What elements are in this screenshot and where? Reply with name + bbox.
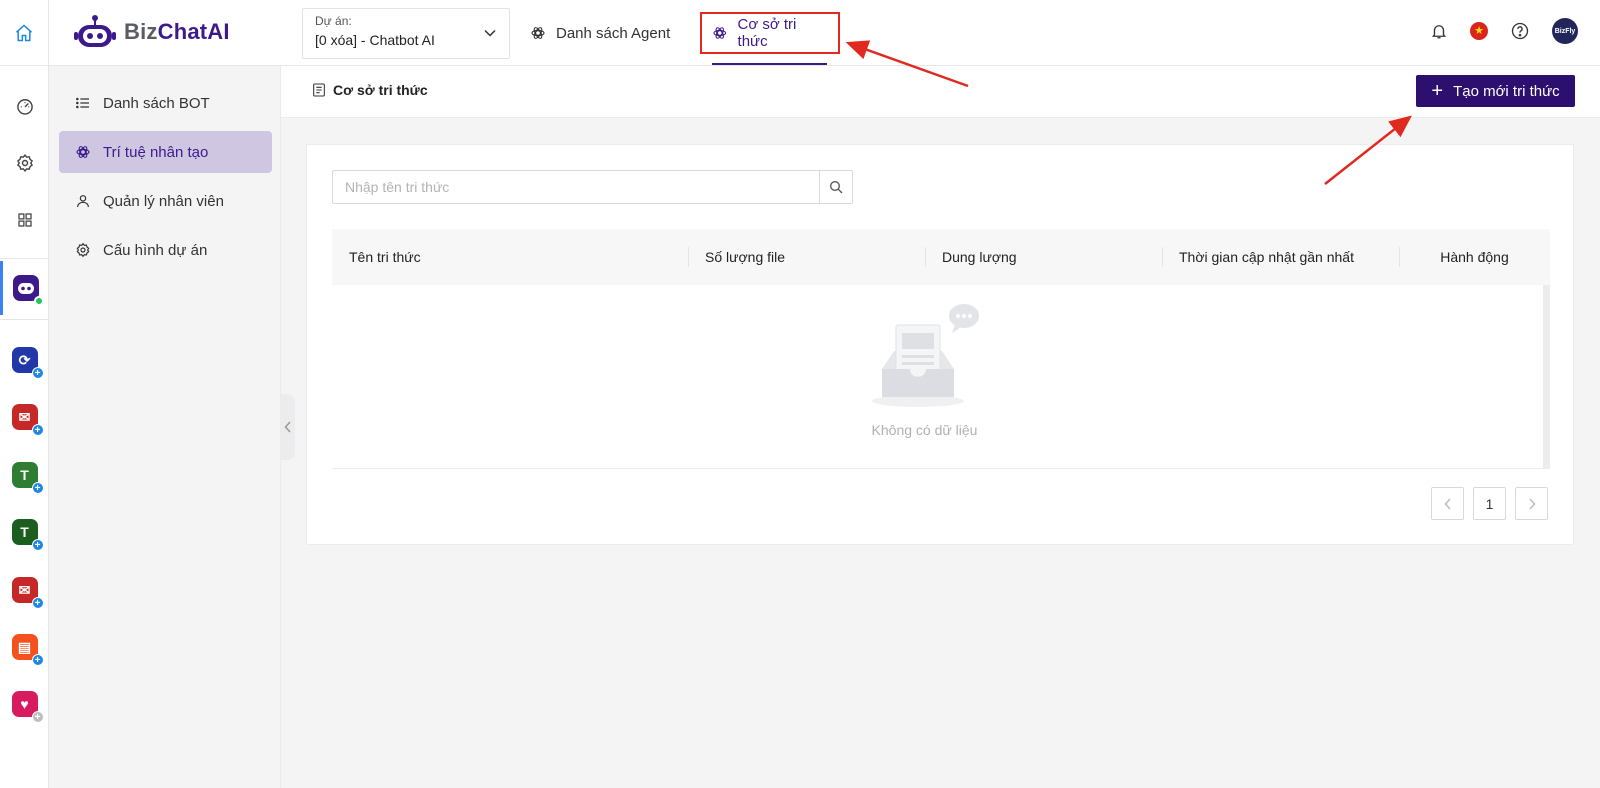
sidebar-item-label: Danh sách BOT [103,94,210,112]
tab-knowledge-base[interactable]: Cơ sở tri thức [700,12,840,54]
rail-divider [0,258,49,259]
document-icon [313,83,325,97]
mail-app-icon: ✉ + [11,404,44,436]
rail-heart-app[interactable]: ♥ + [0,684,49,724]
openai-icon [713,27,727,39]
tab-agent-list-label: Danh sách Agent [556,24,671,42]
apps-grid-icon [17,213,32,227]
rail-shopping-bag-app[interactable]: ▤ + [0,627,49,667]
rail-settings[interactable] [0,143,49,183]
home-button[interactable] [0,0,49,66]
active-tab-indicator [712,63,827,65]
rail-bizchatai-app[interactable] [0,261,49,315]
sidebar-item-project-config[interactable]: Cấu hình dự án [59,229,272,271]
next-page-button[interactable] [1515,487,1548,520]
online-status-dot [34,296,44,306]
list-icon [76,97,89,109]
project-sidebar: Danh sách BOT Trí tuệ nhân tạo Quản lý n… [50,66,281,788]
create-knowledge-label: Tạo mới tri thức [1453,82,1560,100]
table-body: Không có dữ liệu [332,285,1550,469]
robot-logo-icon [74,15,116,47]
dashboard-icon [16,99,33,115]
knowledge-base-card: Tên tri thức Số lượng file Dung lượng Th… [306,144,1574,545]
openai-icon [531,27,545,39]
project-select-label: Dự án: [315,14,352,28]
home-icon [16,24,32,42]
help-icon[interactable] [1510,21,1530,41]
rail-t-app[interactable]: T + [0,455,49,495]
empty-inbox-icon [871,304,979,407]
gear-icon [76,242,90,258]
sidebar-item-label: Quản lý nhân viên [103,192,224,210]
search-box [332,170,853,204]
chevron-right-icon [1528,497,1536,510]
content-header: Cơ sở tri thức + Tạo mới tri thức [281,66,1600,118]
project-select[interactable]: Dự án: [0 xóa] - Chatbot AI [302,8,510,59]
sidebar-item-label: Trí tuệ nhân tạo [103,143,209,161]
add-badge-icon: + [31,654,44,666]
top-right-actions: ★ BizFly [1430,18,1578,44]
brand-logo[interactable]: BizChatAI [74,14,230,50]
create-knowledge-button[interactable]: + Tạo mới tri thức [1416,75,1575,107]
page-title: Cơ sở tri thức [333,82,428,98]
project-select-value: [0 xóa] - Chatbot AI [315,32,435,48]
tab-agent-list[interactable]: Danh sách Agent [520,12,680,54]
search-input[interactable] [333,171,819,203]
rail-dashboard[interactable] [0,86,49,126]
rail-mail-app[interactable]: ✉ + [0,397,49,437]
table-scrollbar[interactable] [1543,285,1550,469]
mail-app-2-icon: ✉ + [11,577,44,609]
tab-knowledge-base-label: Cơ sở tri thức [737,16,797,50]
empty-state-text: Không có dữ liệu [871,422,978,438]
column-header-updated-at: Thời gian cập nhật gần nhất [1162,229,1399,285]
pagination: 1 [1431,487,1548,520]
sidebar-collapse-handle[interactable] [281,394,295,460]
sidebar-item-staff[interactable]: Quản lý nhân viên [59,180,272,222]
t-app-2-icon: T + [11,519,44,551]
app-rail: ⟳ + ✉ + T + T + ✉ + ▤ + ♥ + [0,66,49,788]
heart-app-icon: ♥ + [11,691,44,723]
column-header-name: Tên tri thức [349,249,421,265]
empty-state: Không có dữ liệu [842,303,1007,438]
chevron-left-icon [284,421,291,433]
column-header-file-count: Số lượng file [688,229,925,285]
add-badge-icon: + [31,597,44,609]
bizchatai-app-icon [13,275,44,306]
user-avatar[interactable]: BizFly [1552,18,1578,44]
add-badge-icon: + [31,539,44,551]
top-bar: BizChatAI Dự án: [0 xóa] - Chatbot AI Da… [0,0,1600,66]
rail-t-app-2[interactable]: T + [0,512,49,552]
table-header: Tên tri thức Số lượng file Dung lượng Th… [332,229,1550,285]
page-number-button[interactable]: 1 [1473,487,1506,520]
breadcrumb: Cơ sở tri thức [311,82,428,98]
prev-page-button[interactable] [1431,487,1464,520]
brand-name: BizChatAI [124,19,230,44]
column-header-actions: Hành động [1399,229,1550,285]
t-app-icon: T + [11,462,44,494]
shopping-bag-app-icon: ▤ + [11,634,44,666]
sidebar-item-bot-list[interactable]: Danh sách BOT [59,82,272,124]
refresh-app-icon: ⟳ + [11,347,44,379]
search-button[interactable] [819,171,852,203]
rail-divider [0,319,49,320]
sidebar-item-label: Cấu hình dự án [103,241,208,259]
search-icon [830,181,843,194]
user-icon [77,195,89,208]
rail-mail-app-2[interactable]: ✉ + [0,570,49,610]
settings-icon [16,153,33,173]
column-header-size: Dung lượng [925,229,1162,285]
rail-apps[interactable] [0,200,49,240]
chevron-left-icon [1443,497,1451,510]
add-badge-icon: + [31,367,44,379]
sidebar-item-ai[interactable]: Trí tuệ nhân tạo [59,131,272,173]
openai-icon [76,146,90,158]
rail-refresh-app[interactable]: ⟳ + [0,340,49,380]
bell-icon[interactable] [1430,22,1448,40]
add-badge-icon: + [31,482,44,494]
plus-icon: + [1431,80,1444,102]
vietnam-flag-icon[interactable]: ★ [1470,22,1488,40]
add-badge-icon: + [31,424,44,436]
chevron-down-icon [484,29,496,37]
add-badge-icon: + [31,711,44,723]
